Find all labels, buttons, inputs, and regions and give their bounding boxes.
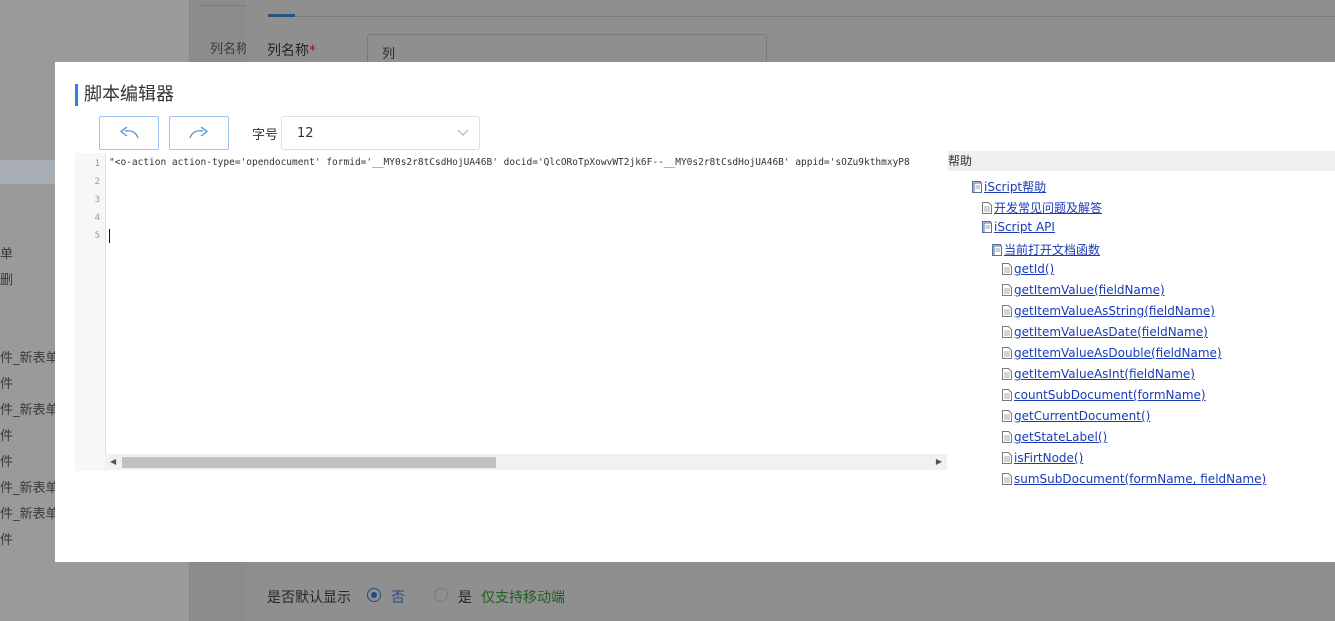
help-tree-link[interactable]: countSubDocument(formName) <box>1014 388 1206 402</box>
background-list-item[interactable]: 件_新表单 <box>0 399 59 418</box>
help-tree-link[interactable]: iScript帮助 <box>984 178 1046 195</box>
redo-arrow-icon <box>189 126 209 139</box>
background-active-tab-indicator <box>268 14 295 17</box>
help-tree-link[interactable]: getItemValueAsDouble(fieldName) <box>1014 346 1222 360</box>
help-header: 帮助 <box>948 151 1335 171</box>
text-cursor <box>109 229 110 243</box>
help-tree-item[interactable]: isFirtNode() <box>1002 451 1083 465</box>
book-icon <box>992 243 1002 256</box>
help-tree-link[interactable]: iScript API <box>994 220 1055 234</box>
scroll-right-icon[interactable]: ▶ <box>936 457 942 466</box>
help-tree-item[interactable]: getItemValueAsDate(fieldName) <box>1002 325 1208 339</box>
doc-icon <box>1002 263 1012 275</box>
background-list-item[interactable]: 件 <box>0 451 13 470</box>
help-tree-link[interactable]: getItemValue(fieldName) <box>1014 283 1165 297</box>
chevron-down-icon <box>457 129 469 136</box>
help-tree-item[interactable]: countSubDocument(formName) <box>1002 388 1206 402</box>
doc-icon <box>1002 473 1012 485</box>
help-tree-item[interactable]: iScript API <box>982 220 1055 234</box>
background-left-label: 列名称 <box>210 42 246 57</box>
doc-icon <box>1002 389 1012 401</box>
background-list-item[interactable]: 单 <box>0 243 13 262</box>
code-line[interactable]: "<o-action action-type='opendocument' fo… <box>109 157 947 168</box>
background-list-item[interactable]: 件_新表单 <box>0 347 59 366</box>
help-tree-link[interactable]: getItemValueAsDate(fieldName) <box>1014 325 1208 339</box>
help-tree-item[interactable]: getItemValueAsInt(fieldName) <box>1002 367 1195 381</box>
help-tree-link[interactable]: 开发常见问题及解答 <box>994 199 1102 216</box>
doc-icon <box>1002 431 1012 443</box>
help-tree-item[interactable]: getCurrentDocument() <box>1002 409 1150 423</box>
redo-button[interactable] <box>169 116 229 150</box>
doc-icon <box>982 201 992 214</box>
help-tree-link[interactable]: getStateLabel() <box>1014 430 1107 444</box>
column-name-label: 列名称* <box>267 43 316 59</box>
help-tree-link[interactable]: getId() <box>1014 262 1054 276</box>
script-editor-modal: 脚本编辑器 字号 12 1 2 3 4 5 "<o-action action-… <box>55 62 1335 562</box>
help-tree-item[interactable]: iScript帮助 <box>972 178 1046 195</box>
scroll-left-icon[interactable]: ◀ <box>110 457 116 466</box>
help-tree-item[interactable]: 开发常见问题及解答 <box>982 199 1102 216</box>
background-list-item[interactable]: 件_新表单 <box>0 503 59 522</box>
help-tree-item[interactable]: sumSubDocument(formName, fieldName) <box>1002 472 1266 486</box>
help-panel: 帮助 iScript帮助开发常见问题及解答 iScript API 当前打开文档函数… <box>948 151 1335 492</box>
help-tree-link[interactable]: getItemValueAsInt(fieldName) <box>1014 367 1195 381</box>
background-sidebar-highlight <box>0 160 56 184</box>
background-tab-line <box>268 16 1335 17</box>
line-number: 2 <box>94 177 100 187</box>
line-number: 4 <box>94 213 100 223</box>
horizontal-scrollbar[interactable]: ◀ ▶ <box>105 454 947 470</box>
mobile-only-note: 仅支持移动端 <box>481 590 565 606</box>
modal-title: 脚本编辑器 <box>75 84 174 106</box>
help-tree-item[interactable]: getId() <box>1002 262 1054 276</box>
radio-yes-label: 是 <box>458 590 472 606</box>
book-icon <box>972 180 982 193</box>
font-size-value: 12 <box>297 126 314 141</box>
scrollbar-thumb[interactable] <box>122 457 496 468</box>
line-number-gutter: 1 2 3 4 5 <box>75 153 106 471</box>
help-tree-link[interactable]: sumSubDocument(formName, fieldName) <box>1014 472 1266 486</box>
line-number: 5 <box>94 231 100 241</box>
book-icon <box>982 221 992 233</box>
background-list-item[interactable]: 删 <box>0 269 13 288</box>
doc-icon <box>1002 305 1012 317</box>
font-size-label: 字号 <box>252 128 279 143</box>
background-tab-line <box>200 5 246 6</box>
background-list-item[interactable]: 件_新表单 <box>0 477 59 496</box>
help-tree-item[interactable]: 当前打开文档函数 <box>992 241 1100 258</box>
help-tree-item[interactable]: getStateLabel() <box>1002 430 1107 444</box>
default-display-label: 是否默认显示 <box>267 590 351 606</box>
help-tree-link[interactable]: getItemValueAsString(fieldName) <box>1014 304 1215 318</box>
background-list-item[interactable]: 件 <box>0 529 13 548</box>
undo-arrow-icon <box>119 126 139 139</box>
radio-no-label: 否 <box>391 590 405 606</box>
doc-icon <box>1002 452 1012 464</box>
radio-no[interactable] <box>367 588 381 602</box>
help-tree-link[interactable]: 当前打开文档函数 <box>1004 241 1100 258</box>
doc-icon <box>1002 347 1012 359</box>
help-tree-link[interactable]: isFirtNode() <box>1014 451 1083 465</box>
help-tree-link[interactable]: getCurrentDocument() <box>1014 409 1150 423</box>
code-editor[interactable]: 1 2 3 4 5 "<o-action action-type='opendo… <box>75 153 947 471</box>
line-number: 1 <box>94 159 100 169</box>
undo-button[interactable] <box>99 116 159 150</box>
doc-icon <box>1002 410 1012 422</box>
doc-icon <box>1002 368 1012 380</box>
font-size-select[interactable]: 12 <box>281 116 480 150</box>
column-name-input[interactable]: 列 <box>367 34 767 63</box>
background-list-item[interactable]: 件 <box>0 425 13 444</box>
background-list-item[interactable]: 件 <box>0 373 13 392</box>
help-tree-item[interactable]: getItemValue(fieldName) <box>1002 283 1165 297</box>
doc-icon <box>1002 326 1012 338</box>
radio-yes[interactable] <box>434 588 448 602</box>
help-tree-item[interactable]: getItemValueAsDouble(fieldName) <box>1002 346 1222 360</box>
doc-icon <box>1002 284 1012 296</box>
help-tree-item[interactable]: getItemValueAsString(fieldName) <box>1002 304 1215 318</box>
line-number: 3 <box>94 195 100 205</box>
